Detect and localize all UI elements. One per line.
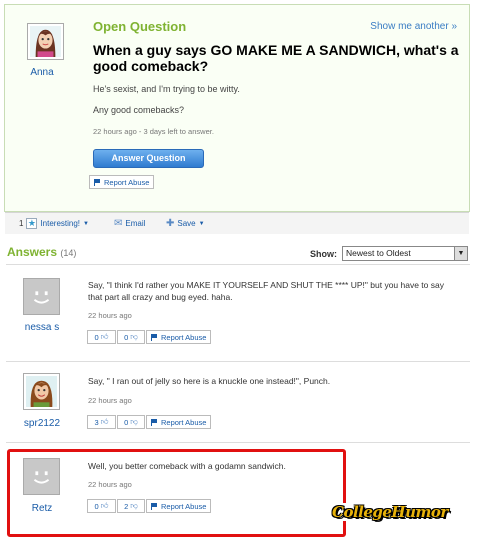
answer-1-avatar[interactable] — [23, 278, 60, 315]
answer-1-user[interactable]: nessa s — [12, 322, 72, 333]
default-avatar-icon — [26, 281, 57, 312]
thumbs-down-count: 0 — [124, 417, 129, 427]
chevron-down-icon: ▼ — [198, 220, 205, 227]
thumbs-down-icon: 👎︎ — [130, 332, 138, 341]
sort-select[interactable]: Newest to Oldest ▼ — [342, 246, 468, 261]
answer-divider — [6, 442, 470, 443]
report-abuse-label: Report Abuse — [104, 177, 150, 187]
interesting-count: 1 — [19, 219, 24, 228]
answer-1-thumbs-up-button[interactable]: 0 👍︎ — [87, 330, 116, 344]
answers-count: (14) — [60, 248, 77, 258]
report-abuse-label: Report Abuse — [161, 417, 207, 427]
dropdown-arrow-icon: ▼ — [454, 247, 467, 260]
question-meta: 22 hours ago - 3 days left to answer. — [93, 127, 214, 136]
email-button[interactable]: ✉ Email — [114, 218, 145, 229]
question-report-abuse-button[interactable]: Report Abuse — [89, 175, 155, 189]
asker-avatar[interactable] — [27, 23, 64, 60]
envelope-icon: ✉ — [114, 218, 123, 229]
collegehumor-watermark-logo: CollegeHumor — [332, 503, 448, 521]
thumbs-up-count: 0 — [94, 332, 99, 342]
answer-2-thumbs-up-button[interactable]: 3 👍︎ — [87, 415, 116, 429]
spr2122-avatar-image — [26, 376, 57, 407]
answer-2-user[interactable]: spr2122 — [12, 418, 72, 429]
plus-icon: ✚ — [166, 218, 175, 229]
answer-2-time: 22 hours ago — [88, 396, 132, 405]
answers-divider — [6, 264, 470, 265]
answer-divider — [6, 361, 470, 362]
answer-1-text: Say, "I think I'd rather you MAKE IT YOU… — [88, 280, 444, 302]
asker-name[interactable]: Anna — [12, 67, 72, 78]
show-another-link[interactable]: Show me another » — [370, 21, 457, 32]
flag-icon — [94, 178, 101, 186]
save-label: Save — [177, 219, 196, 228]
watermark-text: CollegeHumor — [332, 503, 448, 521]
flag-icon — [151, 333, 158, 341]
question-box: Anna Open Question Show me another » Whe… — [4, 4, 470, 212]
thumbs-up-icon: 👍︎ — [100, 417, 109, 426]
email-label: Email — [125, 219, 146, 228]
question-body-line-2: Any good comebacks? — [93, 105, 185, 115]
question-body-line-1: He's sexist, and I'm trying to be witty. — [93, 84, 240, 94]
answer-2-thumbs-down-button[interactable]: 0 👎︎ — [117, 415, 145, 429]
question-type-label: Open Question — [93, 19, 187, 34]
highlight-box — [7, 449, 346, 537]
interesting-label: Interesting! — [40, 219, 81, 228]
sort-value: Newest to Oldest — [346, 248, 411, 258]
star-icon: ★ — [26, 218, 38, 229]
answers-heading: Answers (14) — [7, 245, 76, 259]
save-button[interactable]: ✚ Save ▼ — [166, 218, 205, 229]
question-toolbar: 1 ★ Interesting! ▼ ✉ Email ✚ Save ▼ — [5, 212, 469, 234]
answer-2-avatar[interactable] — [23, 373, 60, 410]
thumbs-down-count: 0 — [124, 332, 129, 342]
answer-1-time: 22 hours ago — [88, 311, 132, 320]
thumbs-down-icon: 👎︎ — [130, 417, 138, 426]
answer-question-button[interactable]: Answer Question — [93, 149, 204, 168]
report-abuse-label: Report Abuse — [161, 332, 207, 342]
answer-1-report-abuse-button[interactable]: Report Abuse — [146, 330, 212, 344]
answer-2-text: Say, " I ran out of jelly so here is a k… — [88, 376, 331, 386]
question-title: When a guy says GO MAKE ME A SANDWICH, w… — [93, 42, 459, 74]
interesting-button[interactable]: 1 ★ Interesting! ▼ — [19, 218, 89, 229]
thumbs-up-icon: 👍︎ — [100, 332, 109, 341]
sort-label: Show: — [310, 249, 337, 259]
chevron-down-icon: ▼ — [83, 220, 89, 227]
anna-avatar-image — [30, 26, 61, 57]
flag-icon — [151, 418, 158, 426]
thumbs-up-count: 3 — [94, 417, 99, 427]
answers-title: Answers — [7, 245, 58, 259]
answer-2-report-abuse-button[interactable]: Report Abuse — [146, 415, 212, 429]
answer-1-thumbs-down-button[interactable]: 0 👎︎ — [117, 330, 145, 344]
